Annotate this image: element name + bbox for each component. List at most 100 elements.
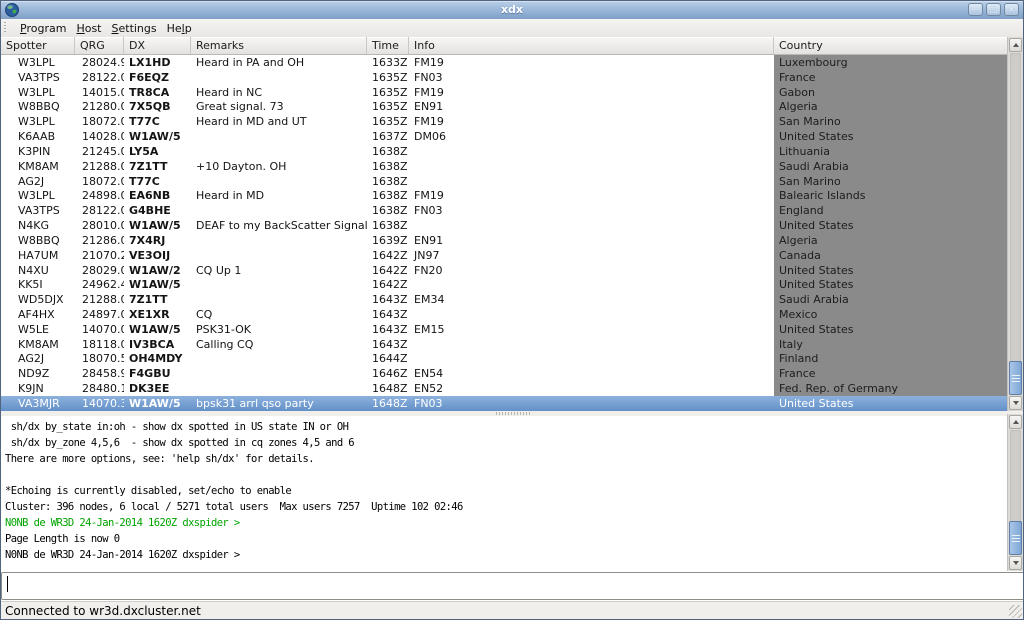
command-input[interactable] bbox=[1, 572, 1024, 600]
menu-program[interactable]: Program bbox=[15, 20, 71, 37]
cell-country: San Marino bbox=[774, 174, 1009, 189]
terminal-line bbox=[5, 467, 1008, 483]
list-scrollbar-thumb[interactable] bbox=[1009, 361, 1022, 395]
spot-row[interactable]: K6AAB 14028.0 W1AW/5 1637Z DM06 United S… bbox=[1, 129, 1009, 144]
list-scroll-up-button[interactable] bbox=[1009, 38, 1022, 52]
spot-row[interactable]: W8BBQ 21286.0 7X4RJ 1639Z EN91 Algeria bbox=[1, 233, 1009, 248]
spot-row[interactable]: AG2J 18070.5 OH4MDY 1644Z Finland bbox=[1, 352, 1009, 367]
cell-info: FN20 bbox=[409, 263, 774, 278]
cell-time: 1638Z bbox=[367, 159, 409, 174]
cell-remarks: DEAF to my BackScatter Signal bbox=[191, 218, 367, 233]
cell-remarks bbox=[191, 129, 367, 144]
cell-dx: DK3EE bbox=[124, 381, 191, 396]
cell-spotter: W8BBQ bbox=[1, 99, 75, 114]
cell-time: 1648Z bbox=[367, 396, 409, 411]
terminal-output: sh/dx by_state in:oh - show dx spotted i… bbox=[1, 416, 1008, 571]
column-header-spotter[interactable]: Spotter bbox=[1, 37, 75, 54]
list-scrollbar-trough[interactable] bbox=[1010, 53, 1021, 395]
spot-row[interactable]: W5LE 14070.0 W1AW/5 PSK31-OK 1643Z EM15 … bbox=[1, 322, 1009, 337]
list-scroll-down-button[interactable] bbox=[1009, 396, 1022, 410]
cell-spotter: W8BBQ bbox=[1, 233, 75, 248]
spot-row[interactable]: W3LPL 24898.0 EA6NB Heard in MD 1638Z FM… bbox=[1, 188, 1009, 203]
cell-remarks: Heard in MD bbox=[191, 188, 367, 203]
column-header-country[interactable]: Country bbox=[774, 37, 1009, 54]
spot-row[interactable]: VA3TPS 28122.0 F6EQZ 1635Z FN03 France bbox=[1, 70, 1009, 85]
cell-remarks bbox=[191, 366, 367, 381]
menu-host[interactable]: Host bbox=[71, 20, 106, 37]
cell-spotter: ND9Z bbox=[1, 366, 75, 381]
cell-country: Lithuania bbox=[774, 144, 1009, 159]
cell-dx: EA6NB bbox=[124, 188, 191, 203]
spot-row[interactable]: W3LPL 28024.9 LX1HD Heard in PA and OH 1… bbox=[1, 55, 1009, 70]
spot-row[interactable]: K3PIN 21245.0 LY5A 1638Z Lithuania bbox=[1, 144, 1009, 159]
spot-row[interactable]: WD5DJX 21288.0 7Z1TT 1643Z EM34 Saudi Ar… bbox=[1, 292, 1009, 307]
cell-remarks bbox=[191, 174, 367, 189]
terminal-scroll-up-button[interactable] bbox=[1009, 415, 1022, 429]
window-title: xdx bbox=[1, 3, 1023, 16]
close-button[interactable]: ✕ bbox=[1004, 3, 1019, 16]
thumb-grip-icon bbox=[1012, 375, 1020, 382]
spot-list: W3LPL 28024.9 LX1HD Heard in PA and OH 1… bbox=[1, 55, 1009, 411]
cell-country: England bbox=[774, 203, 1009, 218]
spot-row[interactable]: KM8AM 21288.0 7Z1TT +10 Dayton. OH 1638Z… bbox=[1, 159, 1009, 174]
cell-time: 1644Z bbox=[367, 352, 409, 367]
cell-info: FM19 bbox=[409, 55, 774, 70]
cell-info: EN91 bbox=[409, 99, 774, 114]
terminal-scrollbar-thumb[interactable] bbox=[1009, 521, 1022, 555]
scroll-up-icon bbox=[1013, 43, 1019, 47]
spot-row[interactable]: AG2J 18072.0 T77C 1638Z San Marino bbox=[1, 174, 1009, 189]
maximize-button[interactable]: □ bbox=[986, 3, 1001, 16]
cell-qrg: 21288.0 bbox=[75, 159, 124, 174]
spot-row[interactable]: N4XU 28029.0 W1AW/2 CQ Up 1 1642Z FN20 U… bbox=[1, 263, 1009, 278]
column-header-dx[interactable]: DX bbox=[124, 37, 191, 54]
terminal-scroll-down-button[interactable] bbox=[1009, 556, 1022, 570]
menu-settings[interactable]: Settings bbox=[107, 20, 162, 37]
cell-qrg: 24897.0 bbox=[75, 307, 124, 322]
spot-row[interactable]: K9JN 28480.1 DK3EE 1648Z EN52 Fed. Rep. … bbox=[1, 381, 1009, 396]
cell-country: San Marino bbox=[774, 114, 1009, 129]
spot-row[interactable]: VA3TPS 28122.0 G4BHE 1638Z FN03 England bbox=[1, 203, 1009, 218]
cell-dx: F4GBU bbox=[124, 366, 191, 381]
column-header-qrg[interactable]: QRG bbox=[75, 37, 124, 54]
titlebar[interactable]: xdx — □ ✕ bbox=[1, 1, 1023, 20]
terminal-scrollbar bbox=[1007, 414, 1023, 571]
resize-grip-icon[interactable] bbox=[1009, 605, 1022, 618]
cell-spotter: VA3TPS bbox=[1, 70, 75, 85]
cell-remarks: Heard in PA and OH bbox=[191, 55, 367, 70]
spot-row[interactable]: KK5I 24962.4 W1AW/5 1642Z United States bbox=[1, 277, 1009, 292]
spot-row[interactable]: W3LPL 18072.0 T77C Heard in MD and UT 16… bbox=[1, 114, 1009, 129]
spot-row[interactable]: KM8AM 18118.0 IV3BCA Calling CQ 1643Z It… bbox=[1, 337, 1009, 352]
terminal-line: *Echoing is currently disabled, set/echo… bbox=[5, 483, 1008, 499]
cell-country: United States bbox=[774, 277, 1009, 292]
column-header-time[interactable]: Time bbox=[367, 37, 409, 54]
cell-dx: T77C bbox=[124, 174, 191, 189]
cell-time: 1642Z bbox=[367, 263, 409, 278]
spot-row[interactable]: ND9Z 28458.9 F4GBU 1646Z EN54 France bbox=[1, 366, 1009, 381]
spot-row[interactable]: W8BBQ 21280.0 7X5QB Great signal. 73 163… bbox=[1, 99, 1009, 114]
spot-row[interactable]: HA7UM 21070.2 VE3OIJ 1642Z JN97 Canada bbox=[1, 248, 1009, 263]
cell-dx: IV3BCA bbox=[124, 337, 191, 352]
cell-info: FN03 bbox=[409, 396, 774, 411]
cell-time: 1637Z bbox=[367, 129, 409, 144]
spot-row[interactable]: VA3MJR 14070.3 W1AW/5 bpsk31 arrl qso pa… bbox=[1, 396, 1009, 411]
cell-qrg: 28010.0 bbox=[75, 218, 124, 233]
cell-qrg: 14070.0 bbox=[75, 322, 124, 337]
menubar-grip-icon[interactable] bbox=[4, 22, 8, 34]
menubar: Program Host Settings Help bbox=[1, 19, 1023, 37]
minimize-button[interactable]: — bbox=[968, 3, 983, 16]
spot-row[interactable]: W3LPL 14015.0 TR8CA Heard in NC 1635Z FM… bbox=[1, 85, 1009, 100]
cell-info: DM06 bbox=[409, 129, 774, 144]
column-header-remarks[interactable]: Remarks bbox=[191, 37, 367, 54]
cell-time: 1638Z bbox=[367, 218, 409, 233]
spot-row[interactable]: N4KG 28010.0 W1AW/5 DEAF to my BackScatt… bbox=[1, 218, 1009, 233]
menu-help[interactable]: Help bbox=[162, 20, 197, 37]
cell-spotter: AG2J bbox=[1, 174, 75, 189]
cell-remarks bbox=[191, 277, 367, 292]
cell-remarks bbox=[191, 248, 367, 263]
cell-qrg: 14028.0 bbox=[75, 129, 124, 144]
cell-remarks bbox=[191, 352, 367, 367]
terminal-line: There are more options, see: 'help sh/dx… bbox=[5, 451, 1008, 467]
spot-row[interactable]: AF4HX 24897.0 XE1XR CQ 1643Z Mexico bbox=[1, 307, 1009, 322]
column-header-info[interactable]: Info bbox=[409, 37, 774, 54]
cell-time: 1646Z bbox=[367, 366, 409, 381]
